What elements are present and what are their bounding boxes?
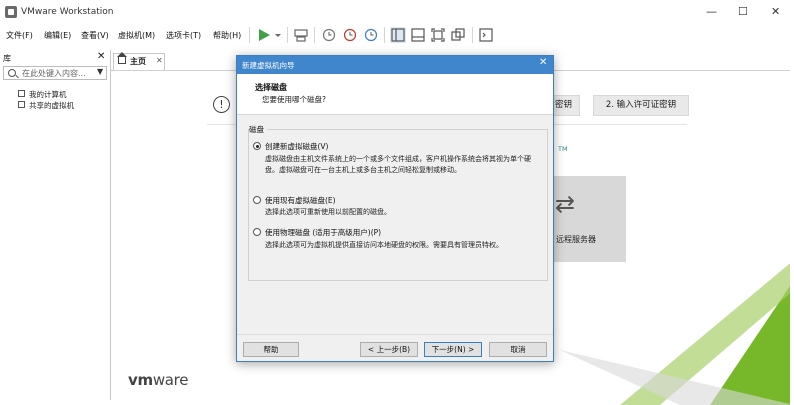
revert-snapshot-icon[interactable] bbox=[342, 27, 358, 43]
dialog-close-button[interactable]: ✕ bbox=[539, 57, 547, 68]
option-create-new-disk-desc: 虚拟磁盘由主机文件系统上的一个或多个文件组成，客户机操作系统会将其视为单个硬盘。… bbox=[265, 155, 531, 174]
fullscreen-icon[interactable] bbox=[430, 27, 446, 43]
radio-use-physical-disk[interactable] bbox=[253, 228, 261, 236]
option-use-existing-disk-desc: 选择此选项可重新使用以前配置的磁盘。 bbox=[265, 208, 391, 216]
dialog-footer-divider bbox=[237, 334, 553, 335]
option-create-new-disk-label[interactable]: 创建新虚拟磁盘(V) bbox=[265, 141, 328, 152]
home-icon bbox=[117, 52, 127, 64]
toolbar-separator bbox=[384, 27, 385, 43]
sidebar-view-icon[interactable] bbox=[390, 27, 406, 43]
toolbar-separator bbox=[472, 27, 473, 43]
toolbar-separator bbox=[314, 27, 315, 43]
option-use-physical-disk-label[interactable]: 使用物理磁盘 (适用于高级用户)(P) bbox=[265, 227, 381, 238]
dialog-subheading: 您要使用哪个磁盘? bbox=[262, 95, 326, 104]
chevron-down-icon[interactable]: ▼ bbox=[97, 67, 103, 76]
remote-server-label: 远程服务器 bbox=[556, 235, 596, 244]
back-button[interactable]: < 上一步(B) bbox=[360, 342, 418, 357]
help-button[interactable]: 帮助 bbox=[243, 342, 299, 357]
menu-help[interactable]: 帮助(H) bbox=[213, 30, 241, 41]
maximize-button[interactable]: ☐ bbox=[738, 5, 748, 19]
search-icon bbox=[8, 69, 16, 77]
menu-tabs[interactable]: 选项卡(T) bbox=[166, 30, 201, 41]
toolbar-separator bbox=[287, 27, 288, 43]
window-title: VMware Workstation bbox=[21, 7, 114, 17]
dialog-heading: 选择磁盘 bbox=[255, 83, 287, 92]
vmware-logo: vmware bbox=[128, 371, 189, 389]
shared-vm-icon bbox=[18, 101, 25, 108]
dialog-title: 新建虚拟机向导 bbox=[242, 61, 295, 70]
cancel-button[interactable]: 取消 bbox=[489, 342, 547, 357]
unity-icon[interactable] bbox=[450, 27, 466, 43]
disk-group-label: 磁盘 bbox=[249, 124, 267, 135]
radio-use-existing-disk[interactable] bbox=[253, 196, 261, 204]
toolbar-separator bbox=[249, 27, 250, 43]
snapshot-icon[interactable] bbox=[321, 27, 337, 43]
tree-item-my-computer[interactable]: 我的计算机 bbox=[29, 89, 67, 100]
send-keys-icon[interactable] bbox=[293, 27, 309, 43]
library-search-placeholder: 在此处键入内容... bbox=[22, 69, 86, 78]
tab-home-label: 主页 bbox=[130, 57, 146, 66]
minimize-button[interactable]: — bbox=[706, 5, 717, 19]
menu-file[interactable]: 文件(F) bbox=[6, 30, 33, 41]
menu-edit[interactable]: 编辑(E) bbox=[44, 30, 71, 41]
library-label: 库 bbox=[3, 54, 11, 63]
play-icon[interactable] bbox=[256, 27, 272, 43]
trademark-text: TM bbox=[558, 145, 568, 153]
vmware-app-icon bbox=[5, 6, 17, 18]
radio-create-new-disk[interactable] bbox=[253, 142, 261, 150]
snapshot-manager-icon[interactable] bbox=[363, 27, 379, 43]
right-edge bbox=[790, 50, 794, 405]
info-icon: ! bbox=[213, 96, 230, 113]
option-use-physical-disk-desc: 选择此选项可为虚拟机提供直接访问本地硬盘的权限。需要具有管理员特权。 bbox=[265, 241, 503, 249]
option-use-existing-disk-label[interactable]: 使用现有虚拟磁盘(E) bbox=[265, 195, 336, 206]
close-window-button[interactable]: ✕ bbox=[771, 5, 780, 19]
remote-server-icon: ⇄ bbox=[555, 190, 576, 218]
enter-license-key-button[interactable]: 2. 输入许可证密钥 bbox=[593, 95, 689, 116]
console-icon[interactable] bbox=[478, 27, 494, 43]
library-close-button[interactable]: ✕ bbox=[97, 51, 105, 62]
next-button[interactable]: 下一步(N) > bbox=[424, 342, 482, 357]
title-bar bbox=[0, 0, 794, 25]
thumbnail-view-icon[interactable] bbox=[410, 27, 426, 43]
tree-item-shared-vms[interactable]: 共享的虚拟机 bbox=[29, 100, 74, 111]
menu-view[interactable]: 查看(V) bbox=[81, 30, 109, 41]
menu-vm[interactable]: 虚拟机(M) bbox=[118, 30, 155, 41]
dropdown-arrow-icon[interactable] bbox=[271, 27, 287, 43]
computer-icon bbox=[18, 90, 25, 97]
tab-close-button[interactable]: ✕ bbox=[156, 56, 163, 65]
